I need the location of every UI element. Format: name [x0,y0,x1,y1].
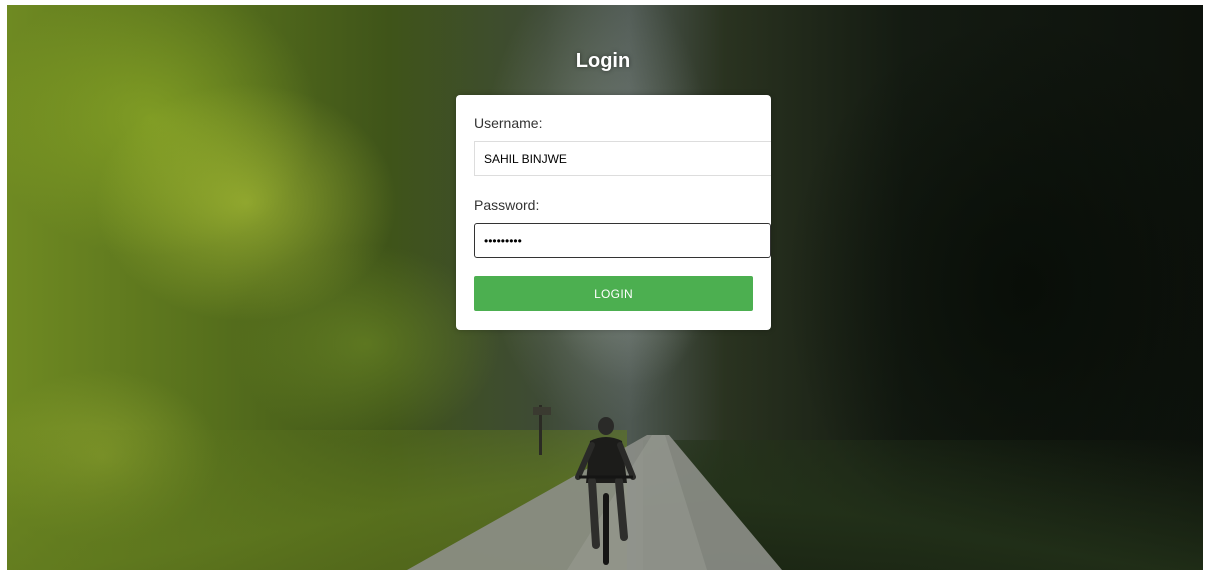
login-page: Login Username: Password: LOGIN [0,0,1206,573]
login-button[interactable]: LOGIN [474,276,753,311]
login-form: Username: Password: LOGIN [456,95,771,330]
password-label: Password: [474,197,540,213]
username-label: Username: [474,115,543,131]
password-input[interactable] [474,223,771,258]
page-title: Login [575,50,631,72]
username-input[interactable] [474,141,771,176]
